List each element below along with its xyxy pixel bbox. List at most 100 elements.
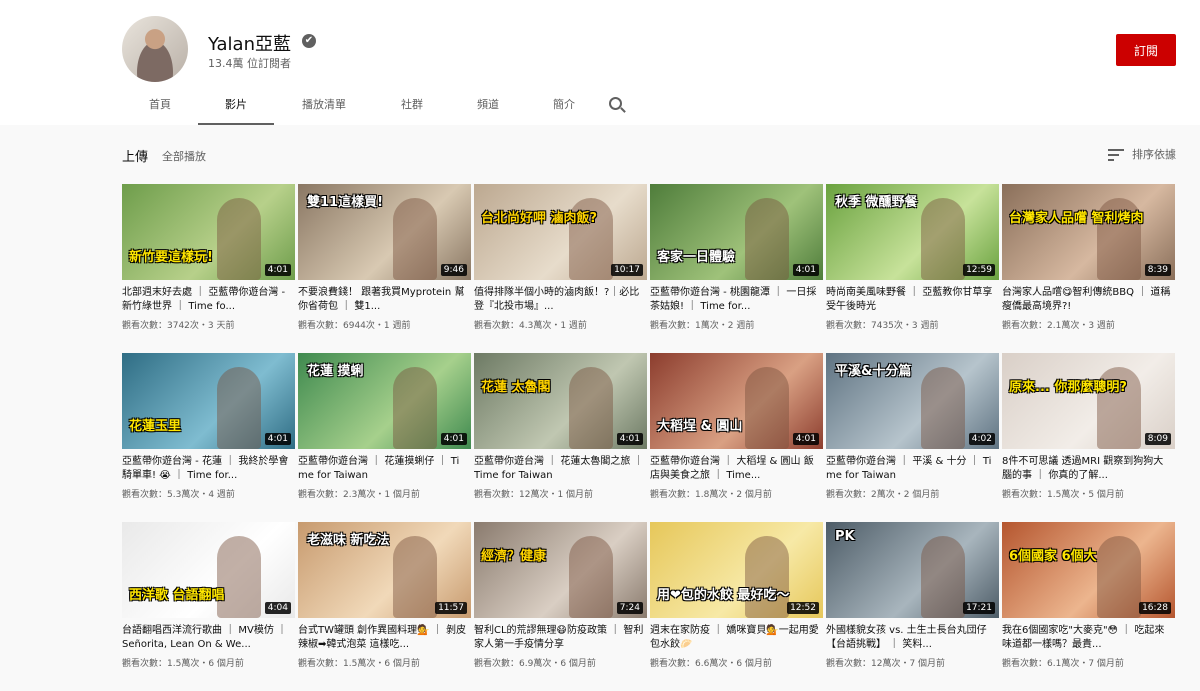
video-duration: 16:28 [1139, 602, 1171, 614]
video-title[interactable]: 我在6個國家吃"大麥克"😳 ｜ 吃起來味道都一樣嗎？最貴... [1002, 624, 1172, 652]
thumbnail-caption: 經濟？健康 [481, 549, 547, 564]
video-title[interactable]: 台式TW罐頭 創作異國料理💁 ｜ 剝皮辣椒➡韓式泡菜 這樣吃... [298, 624, 468, 652]
video-meta: 觀看次數：1.5萬次・6 個月前 [122, 659, 244, 669]
video-meta: 觀看次數：7435次・3 週前 [826, 321, 939, 331]
channel-avatar[interactable] [122, 16, 188, 82]
video-duration: 7:24 [616, 602, 643, 614]
thumbnail-caption: 花蓮 摸蜊 [307, 364, 364, 379]
tab-2[interactable]: 播放清單 [274, 90, 374, 123]
video-thumbnail[interactable]: 原來... 你那麼聰明? 8:09 [1002, 353, 1175, 449]
thumbnail-caption: 新竹要這樣玩! [129, 250, 213, 265]
video-card[interactable]: 花蓮玉里 4:01 亞藍帶你遊台灣 - 花蓮 ｜ 我終於學會騎單車! 😭 ｜ Tim… [122, 353, 295, 522]
video-thumbnail[interactable]: 雙11這樣買! 9:46 [298, 184, 471, 280]
video-meta: 觀看次數：1.5萬次・5 個月前 [1002, 490, 1124, 500]
video-thumbnail[interactable]: 用❤包的水餃 最好吃～ 12:52 [650, 522, 823, 618]
video-card[interactable]: 雙11這樣買! 9:46 不要浪費錢！ 跟著我買Myprotein 幫你省荷包 ｜ … [298, 184, 471, 353]
channel-header: Yalan亞藍 ✔ 13.4萬 位訂閱者 訂閱 首頁 影片 播放清單 社群 頻道 簡介 [0, 0, 1200, 125]
video-card[interactable]: 經濟？健康 7:24 智利CL的荒謬無理😷防疫政策 ｜ 智利家人第一手疫情分享觀看次… [474, 522, 647, 691]
video-thumbnail[interactable]: 客家一日體驗 4:01 [650, 184, 823, 280]
video-meta: 觀看次數：6944次・1 週前 [298, 321, 411, 331]
video-title[interactable]: 時尚南美風味野餐 ｜ 亞藍教你甘草享受午後時光 [826, 286, 996, 314]
video-meta: 觀看次數：6.6萬次・6 個月前 [650, 659, 772, 669]
video-meta: 觀看次數：2.1萬次・3 週前 [1002, 321, 1115, 331]
video-duration: 10:17 [611, 264, 643, 276]
video-card[interactable]: 平溪&十分篇 4:02 亞藍帶你遊台灣 ｜ 平溪 & 十分 ｜ Time for T… [826, 353, 999, 522]
tab-5[interactable]: 簡介 [526, 90, 602, 123]
video-title[interactable]: 亞藍帶你遊台灣 ｜ 花蓮摸蜊仔 ｜ Time for Taiwan [298, 455, 468, 483]
video-title[interactable]: 8件不可思議 透過MRI 觀察到狗狗大腦的事 ｜ 你真的了解... [1002, 455, 1172, 483]
video-title[interactable]: 亞藍帶你遊台灣 - 花蓮 ｜ 我終於學會騎單車! 😭 ｜ Time for... [122, 455, 292, 483]
video-card[interactable]: 花蓮 太魯閣 4:01 亞藍帶你遊台灣 ｜ 花蓮太魯閣之旅 ｜ Time for T… [474, 353, 647, 522]
video-thumbnail[interactable]: 平溪&十分篇 4:02 [826, 353, 999, 449]
video-thumbnail[interactable]: 花蓮 太魯閣 4:01 [474, 353, 647, 449]
video-meta: 觀看次數：1.8萬次・2 個月前 [650, 490, 772, 500]
video-thumbnail[interactable]: 老滋味 新吃法 11:57 [298, 522, 471, 618]
channel-name[interactable]: Yalan亞藍 [208, 30, 291, 56]
video-card[interactable]: 老滋味 新吃法 11:57 台式TW罐頭 創作異國料理💁 ｜ 剝皮辣椒➡韓式泡菜 這… [298, 522, 471, 691]
video-duration: 12:52 [787, 602, 819, 614]
video-title[interactable]: 值得排隊半個小時的滷肉飯！?｜必比登『北投市場』... [474, 286, 644, 314]
video-thumbnail[interactable]: PK 17:21 [826, 522, 999, 618]
thumbnail-caption: 客家一日體驗 [657, 250, 736, 265]
video-title[interactable]: 亞藍帶你遊台灣 ｜ 大稻埕 & 圓山 飯店與美食之旅 ｜ Time... [650, 455, 820, 483]
subscriber-count: 13.4萬 位訂閱者 [208, 57, 291, 70]
video-title[interactable]: 週末在家防疫 ｜ 嬌咪寶貝💁一起用愛包水餃🥟 [650, 624, 820, 652]
video-meta: 觀看次數：4.3萬次・1 週前 [474, 321, 587, 331]
video-thumbnail[interactable]: 大稻埕 & 圓山 4:01 [650, 353, 823, 449]
search-icon[interactable] [602, 90, 632, 123]
video-card[interactable]: 客家一日體驗 4:01 亞藍帶你遊台灣 - 桃園龍潭 ｜ 一日採茶姑娘! ｜ Tim… [650, 184, 823, 353]
sort-button[interactable]: 排序依據 [1108, 146, 1176, 162]
video-title[interactable]: 台灣家人品嚐😋智利傳統BBQ ｜ 道稱瘦僑最高境界?! [1002, 286, 1172, 314]
video-thumbnail[interactable]: 秋季 微醺野餐 12:59 [826, 184, 999, 280]
video-title[interactable]: 亞藍帶你遊台灣 ｜ 花蓮太魯閣之旅 ｜ Time for Taiwan [474, 455, 644, 483]
video-card[interactable]: PK 17:21 外國樣貌女孩 vs. 土生土長台丸団仔【台語挑戰】 ｜ 笑料...… [826, 522, 999, 691]
video-thumbnail[interactable]: 6個國家 6個大 16:28 [1002, 522, 1175, 618]
video-thumbnail[interactable]: 花蓮 摸蜊 4:01 [298, 353, 471, 449]
video-card[interactable]: 大稻埕 & 圓山 4:01 亞藍帶你遊台灣 ｜ 大稻埕 & 圓山 飯店與美食之旅 ｜… [650, 353, 823, 522]
video-title[interactable]: 亞藍帶你遊台灣 - 桃園龍潭 ｜ 一日採茶姑娘! ｜ Time for... [650, 286, 820, 314]
thumbnail-caption: 台北尚好呷 滷肉飯? [481, 211, 598, 226]
video-meta: 觀看次數：6.9萬次・6 個月前 [474, 659, 596, 669]
video-card[interactable]: 台北尚好呷 滷肉飯? 10:17 值得排隊半個小時的滷肉飯！?｜必比登『北投市場』.… [474, 184, 647, 353]
video-grid: 新竹要這樣玩! 4:01 北部週末好去處 ｜ 亞藍帶你遊台灣 - 新竹綠世界 ｜ T… [122, 184, 1175, 691]
video-card[interactable]: 台灣家人品嚐 智利烤肉 8:39 台灣家人品嚐😋智利傳統BBQ ｜ 道稱瘦僑最高境界… [1002, 184, 1175, 353]
tab-0[interactable]: 首頁 [122, 90, 198, 123]
video-card[interactable]: 花蓮 摸蜊 4:01 亞藍帶你遊台灣 ｜ 花蓮摸蜊仔 ｜ Time for Taiw… [298, 353, 471, 522]
video-duration: 11:57 [435, 602, 467, 614]
video-duration: 4:01 [616, 433, 643, 445]
thumbnail-caption: 台灣家人品嚐 智利烤肉 [1009, 211, 1144, 226]
play-all-link[interactable]: 全部播放 [162, 148, 206, 164]
video-card[interactable]: 6個國家 6個大 16:28 我在6個國家吃"大麥克"😳 ｜ 吃起來味道都一樣嗎？最… [1002, 522, 1175, 691]
video-thumbnail[interactable]: 台灣家人品嚐 智利烤肉 8:39 [1002, 184, 1175, 280]
video-meta: 觀看次數：12萬次・7 個月前 [826, 659, 946, 669]
tab-1[interactable]: 影片 [198, 90, 274, 125]
video-thumbnail[interactable]: 西洋歌 台語翻唱 4:04 [122, 522, 295, 618]
video-card[interactable]: 秋季 微醺野餐 12:59 時尚南美風味野餐 ｜ 亞藍教你甘草享受午後時光觀看次數：… [826, 184, 999, 353]
subscribe-button[interactable]: 訂閱 [1116, 34, 1176, 66]
video-title[interactable]: 外國樣貌女孩 vs. 土生土長台丸団仔【台語挑戰】 ｜ 笑料... [826, 624, 996, 652]
video-card[interactable]: 新竹要這樣玩! 4:01 北部週末好去處 ｜ 亞藍帶你遊台灣 - 新竹綠世界 ｜ T… [122, 184, 295, 353]
video-duration: 4:02 [968, 433, 995, 445]
video-title[interactable]: 智利CL的荒謬無理😷防疫政策 ｜ 智利家人第一手疫情分享 [474, 624, 644, 652]
video-card[interactable]: 西洋歌 台語翻唱 4:04 台語翻唱西洋流行歌曲 ｜ MV模仿 ｜ Señorita… [122, 522, 295, 691]
thumbnail-caption: 6個國家 6個大 [1009, 549, 1097, 564]
video-thumbnail[interactable]: 經濟？健康 7:24 [474, 522, 647, 618]
thumbnail-caption: 原來... 你那麼聰明? [1009, 380, 1127, 395]
video-card[interactable]: 原來... 你那麼聰明? 8:09 8件不可思議 透過MRI 觀察到狗狗大腦的事 ｜… [1002, 353, 1175, 522]
video-title[interactable]: 台語翻唱西洋流行歌曲 ｜ MV模仿 ｜ Señorita, Lean On & … [122, 624, 292, 652]
thumbnail-caption: 雙11這樣買! [307, 195, 384, 210]
video-meta: 觀看次數：1萬次・2 週前 [650, 321, 755, 331]
video-title[interactable]: 不要浪費錢！ 跟著我買Myprotein 幫你省荷包 ｜ 雙1... [298, 286, 468, 314]
video-title[interactable]: 亞藍帶你遊台灣 ｜ 平溪 & 十分 ｜ Time for Taiwan [826, 455, 996, 483]
video-duration: 4:04 [264, 602, 291, 614]
thumbnail-caption: 平溪&十分篇 [835, 364, 912, 379]
video-title[interactable]: 北部週末好去處 ｜ 亞藍帶你遊台灣 - 新竹綠世界 ｜ Time fo... [122, 286, 292, 314]
video-thumbnail[interactable]: 台北尚好呷 滷肉飯? 10:17 [474, 184, 647, 280]
video-card[interactable]: 用❤包的水餃 最好吃～ 12:52 週末在家防疫 ｜ 嬌咪寶貝💁一起用愛包水餃🥟 觀看… [650, 522, 823, 691]
tab-3[interactable]: 社群 [374, 90, 450, 123]
tab-4[interactable]: 頻道 [450, 90, 526, 123]
video-thumbnail[interactable]: 新竹要這樣玩! 4:01 [122, 184, 295, 280]
video-duration: 4:01 [264, 264, 291, 276]
video-thumbnail[interactable]: 花蓮玉里 4:01 [122, 353, 295, 449]
video-meta: 觀看次數：2萬次・2 個月前 [826, 490, 940, 500]
